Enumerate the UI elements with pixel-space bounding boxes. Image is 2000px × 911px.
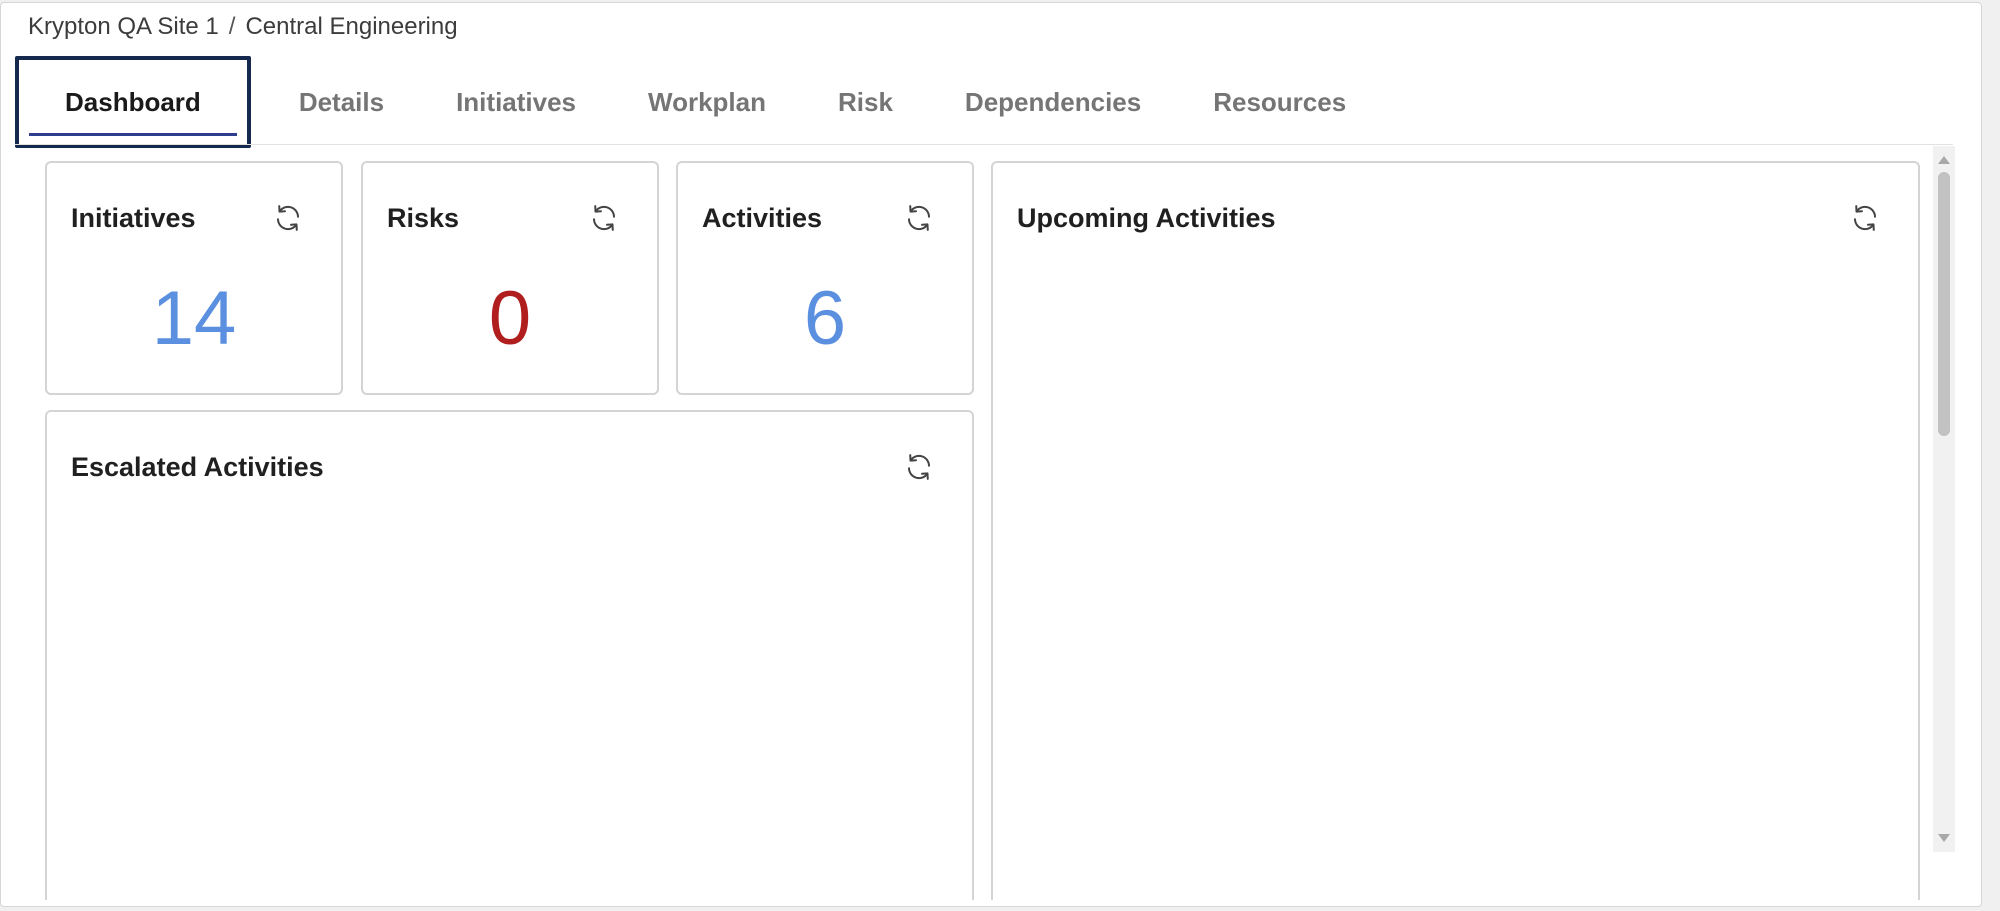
app-frame: Krypton QA Site 1 / Central Engineering … bbox=[0, 2, 1982, 907]
breadcrumb-site[interactable]: Krypton QA Site 1 bbox=[28, 13, 219, 41]
scroll-down-icon[interactable] bbox=[1938, 834, 1950, 842]
tab-initiatives[interactable]: Initiatives bbox=[420, 58, 612, 146]
activities-card: Activities 6 bbox=[676, 161, 974, 395]
tab-details[interactable]: Details bbox=[263, 58, 420, 146]
initiatives-count[interactable]: 14 bbox=[47, 281, 341, 357]
refresh-icon[interactable] bbox=[904, 452, 934, 482]
vertical-scrollbar[interactable] bbox=[1933, 146, 1955, 852]
risks-count[interactable]: 0 bbox=[363, 281, 657, 357]
tab-bar: Dashboard Details Initiatives Workplan R… bbox=[15, 56, 1382, 148]
risks-card-title: Risks bbox=[387, 203, 460, 233]
escalated-activities-card: Escalated Activities bbox=[45, 410, 974, 900]
activities-count[interactable]: 6 bbox=[678, 281, 972, 357]
breadcrumb-separator: / bbox=[228, 13, 236, 40]
risks-card: Risks 0 bbox=[361, 161, 659, 395]
tab-resources[interactable]: Resources bbox=[1177, 58, 1382, 146]
tab-risk[interactable]: Risk bbox=[802, 58, 929, 146]
refresh-icon[interactable] bbox=[904, 203, 934, 233]
refresh-icon[interactable] bbox=[273, 203, 303, 233]
scroll-up-icon[interactable] bbox=[1938, 156, 1950, 164]
tab-workplan[interactable]: Workplan bbox=[612, 58, 802, 146]
tab-dependencies[interactable]: Dependencies bbox=[929, 58, 1177, 146]
initiatives-card-title: Initiatives bbox=[71, 203, 196, 233]
breadcrumb: Krypton QA Site 1 / Central Engineering bbox=[28, 13, 458, 41]
tabs-divider bbox=[15, 144, 1953, 145]
upcoming-activities-title: Upcoming Activities bbox=[1017, 203, 1276, 233]
activities-card-title: Activities bbox=[702, 203, 823, 233]
tab-dashboard[interactable]: Dashboard bbox=[15, 56, 251, 148]
initiatives-card: Initiatives 14 bbox=[45, 161, 343, 395]
refresh-icon[interactable] bbox=[589, 203, 619, 233]
scroll-thumb[interactable] bbox=[1938, 172, 1950, 436]
breadcrumb-section: Central Engineering bbox=[245, 13, 458, 40]
refresh-icon[interactable] bbox=[1850, 203, 1880, 233]
upcoming-activities-card: Upcoming Activities bbox=[991, 161, 1920, 900]
escalated-activities-title: Escalated Activities bbox=[71, 452, 324, 482]
